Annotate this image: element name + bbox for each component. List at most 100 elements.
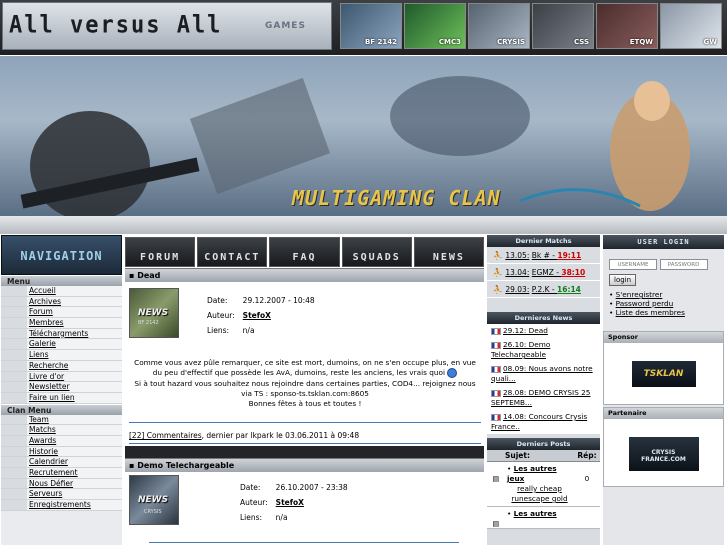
nav-item[interactable]: Galerie [1, 339, 122, 351]
menu-contact[interactable]: CONTACT [197, 237, 268, 267]
news-divider-3 [149, 542, 459, 543]
match-row[interactable]: ⛹ 13.04: EGMZ - 38:10 [487, 264, 600, 281]
menu-forum[interactable]: FORUM [125, 237, 196, 267]
post-title[interactable]: • Les autres [507, 509, 572, 519]
match-date: 29.03: [505, 285, 530, 294]
latest-news-item[interactable]: 29.12: Dead [487, 324, 600, 338]
hero-banner: MULTIGAMING CLAN [0, 56, 727, 216]
nav-item[interactable]: Nous Défier [1, 478, 122, 490]
post-replies: 0 [584, 474, 590, 483]
nav-item-label: Nous Défier [29, 478, 74, 488]
match-score: 16:14 [557, 285, 581, 294]
latest-news-link[interactable]: 28.08: DEMO CRYSIS 25 SEPTEMB... [491, 388, 590, 407]
game-tile-crysis[interactable]: CRYSIS [468, 3, 530, 49]
nav-item[interactable]: Faire un lien [1, 392, 122, 404]
nav-item-label: Galerie [29, 339, 56, 349]
post-subtitle[interactable]: really cheap runescape gold [507, 484, 572, 504]
partner-heading: Partenaire [604, 408, 723, 419]
match-opponent: P.2.K - [531, 285, 558, 294]
latest-news-item[interactable]: 14.08: Concours Crysis France.. [487, 410, 600, 434]
nav-item[interactable]: Historie [1, 446, 122, 458]
author-link[interactable]: StefoX [276, 498, 304, 507]
post-row[interactable]: ▤ • Les autres [487, 507, 600, 529]
nav-item[interactable]: Forum [1, 307, 122, 319]
comments-link[interactable]: [22] Commentaires [129, 431, 202, 440]
menu-news[interactable]: NEWS [413, 237, 485, 267]
member-list-link[interactable]: • Liste des membres [603, 308, 724, 317]
sponsor-logo[interactable]: TSKLAN [631, 361, 696, 387]
latest-news-item[interactable]: 26.10: Demo Telechargeable [487, 338, 600, 362]
top-menu-bar: FORUM CONTACT FAQ SQUADS NEWS [125, 237, 485, 267]
comments-line: [22] Commentaires, dernier par lkpark le… [129, 431, 360, 440]
site-logo[interactable]: All versus All GAMES [2, 2, 332, 50]
game-tile-css[interactable]: CSS [532, 3, 594, 49]
match-score: 38:10 [561, 268, 586, 277]
nav-item[interactable]: Recherche [1, 360, 122, 372]
username-field[interactable]: USERNAME [609, 259, 657, 270]
partner-logo[interactable]: CRYSIS FRANCE.COM [628, 437, 699, 471]
nav-item-label: Historie [29, 446, 58, 456]
match-date: 13.05: [505, 251, 530, 260]
nav-item[interactable]: Matchs [1, 425, 122, 436]
post-title[interactable]: • Les autres jeux [507, 464, 572, 484]
flag-fr-icon [491, 413, 501, 421]
password-field[interactable]: PASSWORD [659, 259, 708, 270]
logo-text: All versus All [9, 11, 223, 40]
match-date: 13.04: [505, 268, 530, 277]
game-tile-bf2142[interactable]: BF 2142 [340, 3, 402, 49]
nav-item[interactable]: Téléchargments [1, 328, 122, 340]
nav-item[interactable]: Livre d'or [1, 371, 122, 383]
menu-faq[interactable]: FAQ [269, 237, 340, 267]
match-row[interactable]: ⛹ 13.05: Bk # - 19:11 [487, 247, 600, 264]
nav-item-label: Enregistrements [29, 500, 91, 510]
post-subject: • Les autres [505, 507, 574, 528]
clan-menu-list: Team Matchs Awards Historie Calendrier Recrut… [1, 414, 122, 511]
news-thumbnail: NEWS CRYSIS [129, 475, 179, 525]
news-meta: Date: 29.12.2007 - 10:48 Auteur: StefoX Li… [207, 296, 315, 335]
nav-item-label: Serveurs [29, 489, 63, 499]
game-tile-etqw[interactable]: ETQW [596, 3, 658, 49]
nav-item[interactable]: Serveurs [1, 489, 122, 501]
nav-item-label: Accueil [29, 286, 56, 295]
game-tile-gw[interactable]: GW [660, 3, 722, 49]
post-row[interactable]: ▤ • Les autres jeux really cheap runescape… [487, 462, 600, 507]
latest-news-link[interactable]: 29.12: Dead [503, 326, 548, 335]
nav-item[interactable]: Calendrier [1, 457, 122, 468]
latest-news-link[interactable]: 08.09: Nous avons notre quali... [491, 364, 593, 383]
news-title[interactable]: ▪ Demo Telechargeable [125, 458, 484, 472]
site-header: All versus All GAMES BF 2142 CMC3 CRYSIS… [0, 0, 727, 55]
match-list: ⛹ 13.05: Bk # - 19:11 ⛹ 13.04: EGMZ - 38:10… [487, 247, 600, 298]
latest-posts-list: ▤ • Les autres jeux really cheap runescape… [487, 462, 600, 529]
login-heading: USER LOGIN [603, 235, 724, 249]
news-title[interactable]: ▪ Dead [125, 268, 484, 282]
author-link[interactable]: StefoX [243, 311, 271, 320]
nav-item[interactable]: Membres [1, 318, 122, 329]
menu-squads[interactable]: SQUADS [341, 237, 412, 267]
nav-item[interactable]: Archives [1, 296, 122, 308]
latest-news-link[interactable]: 14.08: Concours Crysis France.. [491, 412, 587, 431]
match-icon: ⛹ [493, 268, 503, 277]
nav-item[interactable]: Team [1, 414, 122, 426]
nav-item[interactable]: Newsletter [1, 382, 122, 393]
latest-news-heading: Dernieres News [487, 312, 600, 324]
clan-menu-section-label: Clan Menu [1, 403, 122, 415]
sponsor-box: Sponsor TSKLAN [603, 331, 724, 405]
nav-item[interactable]: Accueil [1, 286, 122, 297]
match-score: 19:11 [557, 251, 582, 260]
latest-news-item[interactable]: 08.09: Nous avons notre quali... [487, 362, 600, 386]
latest-news-item[interactable]: 28.08: DEMO CRYSIS 25 SEPTEMB... [487, 386, 600, 410]
nav-item[interactable]: Enregistrements [1, 500, 122, 511]
nav-item-label: Team [29, 414, 49, 424]
latest-news-list: 29.12: Dead 26.10: Demo Telechargeable 08.… [487, 324, 600, 434]
register-link[interactable]: • S'enregistrer [603, 290, 724, 299]
login-button[interactable]: login [609, 274, 637, 286]
nav-item[interactable]: Awards [1, 435, 122, 447]
lost-password-link[interactable]: • Password perdu [603, 299, 724, 308]
nav-item[interactable]: Recrutement [1, 468, 122, 479]
news-divider [129, 422, 481, 423]
game-tile-cmc3[interactable]: CMC3 [404, 3, 466, 49]
nav-item[interactable]: Liens [1, 350, 122, 361]
nav-item-label: Faire un lien [29, 392, 75, 402]
nav-item-label: Forum [29, 307, 53, 317]
match-row[interactable]: ⛹ 29.03: P.2.K - 16:14 [487, 281, 600, 298]
